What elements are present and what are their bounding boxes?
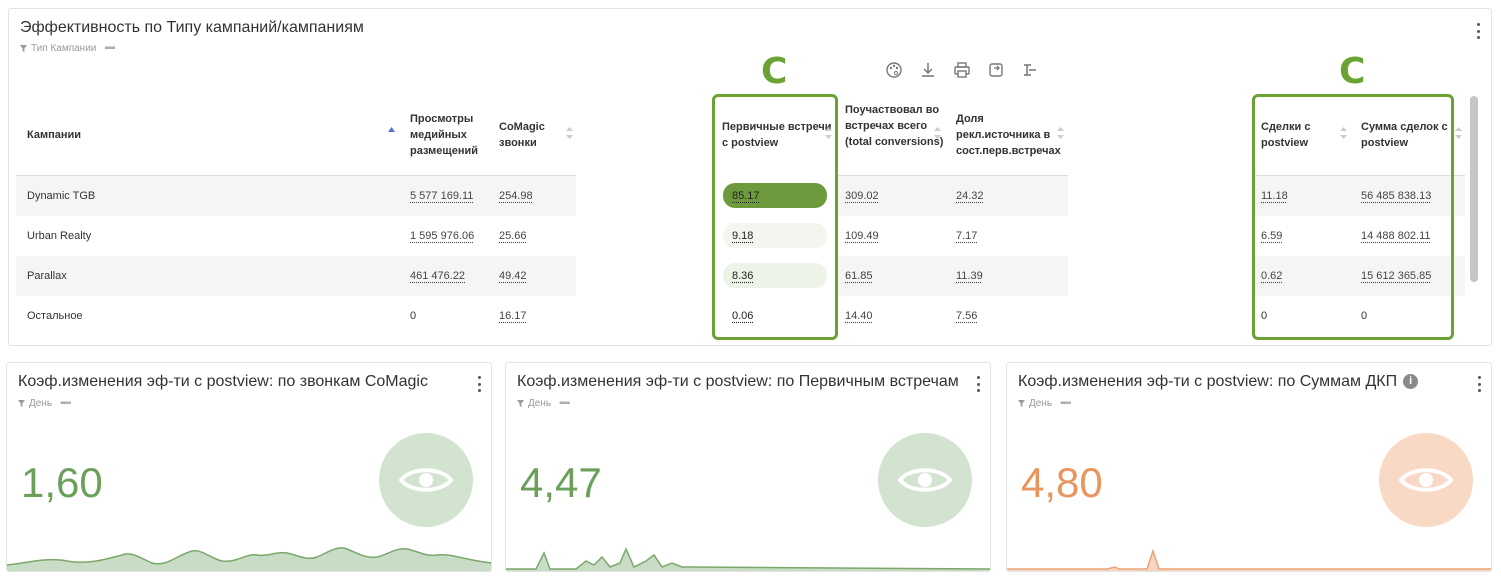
panel-title: Эффективность по Типу кампаний/кампаниям xyxy=(20,19,364,36)
header-divider xyxy=(838,175,1068,176)
sort-asc-icon[interactable] xyxy=(388,126,395,140)
print-icon[interactable] xyxy=(952,60,972,80)
highlight-box xyxy=(712,94,838,340)
header-divider xyxy=(16,175,576,176)
filter-label: День xyxy=(1029,398,1053,409)
filter-icon xyxy=(1018,400,1025,407)
card-title: Коэф.изменения эф-ти с postview: по звон… xyxy=(18,373,428,390)
views-value[interactable]: 5 577 169.11 xyxy=(410,190,473,202)
kpi-value: 4,47 xyxy=(520,459,602,506)
campaign-name: Dynamic TGB xyxy=(27,190,96,202)
download-icon[interactable] xyxy=(918,60,938,80)
more-dots-icon[interactable]: ▪▪▪▪ xyxy=(559,398,570,409)
filter-icon xyxy=(18,400,25,407)
calls-value[interactable]: 25.66 xyxy=(499,230,527,242)
sparkline xyxy=(506,547,990,571)
kpi-value: 1,60 xyxy=(21,459,103,506)
filter-icon xyxy=(20,45,27,52)
info-icon[interactable]: i xyxy=(1403,374,1419,390)
calls-value[interactable]: 49.42 xyxy=(499,270,527,282)
palette-icon[interactable] xyxy=(884,60,904,80)
more-dots-icon[interactable]: ▪▪▪▪ xyxy=(60,398,71,409)
share-value[interactable]: 11.39 xyxy=(956,270,983,282)
share-value[interactable]: 7.17 xyxy=(956,230,977,242)
more-dots-icon[interactable]: ▪▪▪▪ xyxy=(104,43,115,54)
campaign-name: Parallax xyxy=(27,270,67,282)
total-value[interactable]: 109.49 xyxy=(845,230,879,242)
row-background xyxy=(16,256,576,296)
card-title: Коэф.изменения эф-ти с postview: по Сумм… xyxy=(1018,373,1419,391)
card-filter[interactable]: День ▪▪▪▪ xyxy=(18,398,71,409)
kpi-value: 4,80 xyxy=(1021,459,1103,506)
sort-icon[interactable] xyxy=(934,126,941,140)
total-value[interactable]: 61.85 xyxy=(845,270,873,282)
sparkline xyxy=(7,547,491,571)
table-toolbar xyxy=(884,60,1040,80)
more-dots-icon[interactable]: ▪▪▪▪ xyxy=(1060,398,1071,409)
filter-label: День xyxy=(29,398,53,409)
calls-value[interactable]: 16.17 xyxy=(499,310,527,322)
views-value[interactable]: 461 476.22 xyxy=(410,270,465,282)
sparkline xyxy=(1007,548,1491,571)
card-menu-icon[interactable] xyxy=(975,376,981,392)
campaign-name: Остальное xyxy=(27,310,83,322)
total-value[interactable]: 14.40 xyxy=(845,310,873,322)
panel-filter[interactable]: Тип Кампании ▪▪▪▪ xyxy=(20,43,116,54)
col-header-views[interactable]: Просмотры медийных размещений xyxy=(410,111,490,159)
col-header-campaigns[interactable]: Кампании xyxy=(27,127,81,143)
card-menu-icon[interactable] xyxy=(476,376,482,392)
hierarchy-icon[interactable] xyxy=(1020,60,1040,80)
calls-value[interactable]: 254.98 xyxy=(499,190,533,202)
sort-icon[interactable] xyxy=(1455,126,1462,140)
panel-menu-icon[interactable] xyxy=(1475,23,1481,39)
table-scrollbar[interactable] xyxy=(1470,96,1478,282)
share-value[interactable]: 24.32 xyxy=(956,190,984,202)
sort-icon[interactable] xyxy=(566,126,573,140)
campaign-name: Urban Realty xyxy=(27,230,92,242)
views-value: 0 xyxy=(410,310,417,322)
card-filter[interactable]: День ▪▪▪▪ xyxy=(1018,398,1071,409)
col-header-calls[interactable]: CoMagic звонки xyxy=(499,119,559,151)
refresh-icon[interactable] xyxy=(986,60,1006,80)
col-header-total-conversions[interactable]: Поучаствовал во встречах всего (total co… xyxy=(845,102,945,150)
share-value[interactable]: 7.56 xyxy=(956,310,977,322)
kpi-card-comagic: Коэф.изменения эф-ти с postview: по звон… xyxy=(6,362,492,572)
card-menu-icon[interactable] xyxy=(1476,376,1482,392)
scrollbar-thumb[interactable] xyxy=(1470,96,1478,282)
filter-label: Тип Кампании xyxy=(31,43,97,54)
views-value[interactable]: 1 595 976.06 xyxy=(410,230,474,242)
card-filter[interactable]: День ▪▪▪▪ xyxy=(517,398,570,409)
filter-label: День xyxy=(528,398,552,409)
col-header-source-share[interactable]: Доля рекл.источника в сост.перв.встречах xyxy=(956,111,1064,159)
kpi-card-primary-meetings: Коэф.изменения эф-ти с postview: по Перв… xyxy=(505,362,991,572)
annotation-marker: C xyxy=(761,51,788,92)
total-value[interactable]: 309.02 xyxy=(845,190,879,202)
card-title-text: Коэф.изменения эф-ти с postview: по Сумм… xyxy=(1018,373,1398,390)
sort-icon[interactable] xyxy=(1057,126,1064,140)
kpi-card-deal-sums: Коэф.изменения эф-ти с postview: по Сумм… xyxy=(1006,362,1492,572)
annotation-marker: C xyxy=(1339,51,1366,92)
card-title: Коэф.изменения эф-ти с postview: по Перв… xyxy=(517,373,959,390)
highlight-box xyxy=(1252,94,1454,340)
row-background xyxy=(16,176,576,216)
filter-icon xyxy=(517,400,524,407)
